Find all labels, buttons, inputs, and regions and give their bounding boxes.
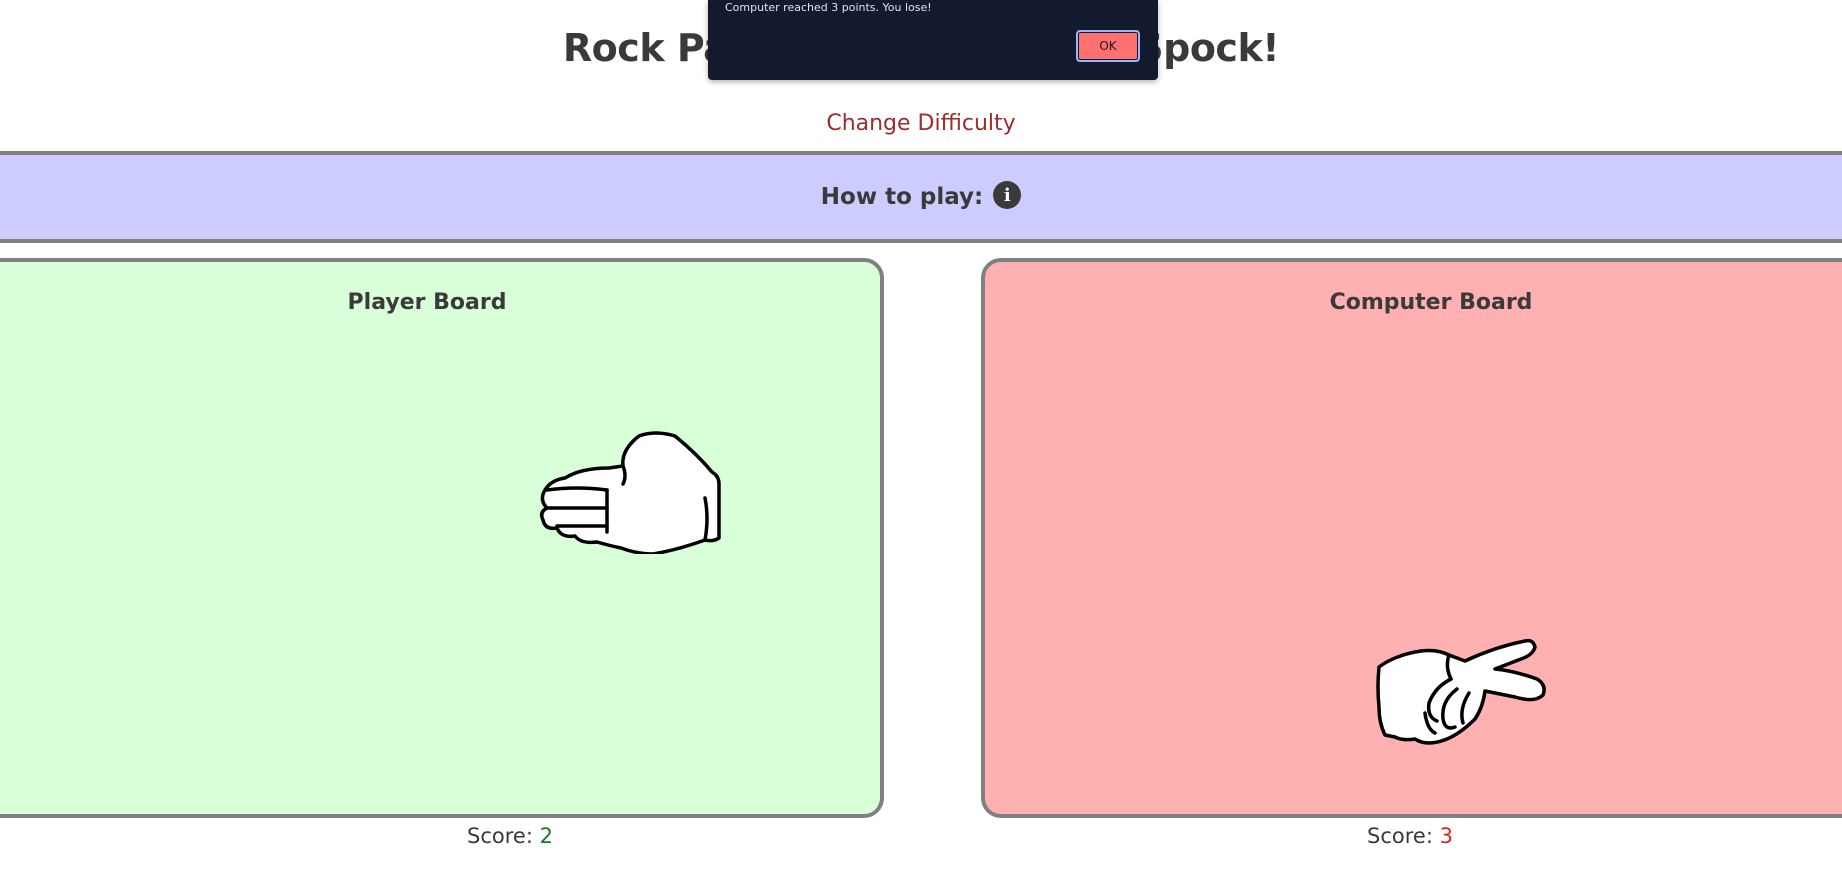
change-difficulty-link[interactable]: Change Difficulty (0, 111, 1842, 136)
player-score-value: 2 (539, 824, 553, 848)
player-score: Score: 2 (380, 824, 640, 848)
how-to-play-label: How to play: (820, 184, 984, 210)
player-board-title: Player Board (347, 290, 507, 315)
computer-score: Score: 3 (1280, 824, 1540, 848)
player-score-label: Score: (467, 824, 533, 848)
player-board: Player Board (0, 258, 884, 818)
computer-board: Computer Board (981, 258, 1842, 818)
ok-button[interactable]: OK (1076, 30, 1140, 62)
dialog-message: Computer reached 3 points. You lose! (725, 1, 932, 14)
hand-paper-icon (539, 431, 721, 554)
alert-dialog: Computer reached 3 points. You lose! OK (708, 0, 1158, 80)
computer-score-value: 3 (1439, 824, 1453, 848)
hand-scissors-icon (1376, 638, 1546, 745)
info-icon[interactable]: i (993, 181, 1022, 209)
computer-board-title: Computer Board (1329, 290, 1533, 315)
computer-score-label: Score: (1367, 824, 1433, 848)
how-to-play-bar: How to play: i (0, 151, 1842, 243)
